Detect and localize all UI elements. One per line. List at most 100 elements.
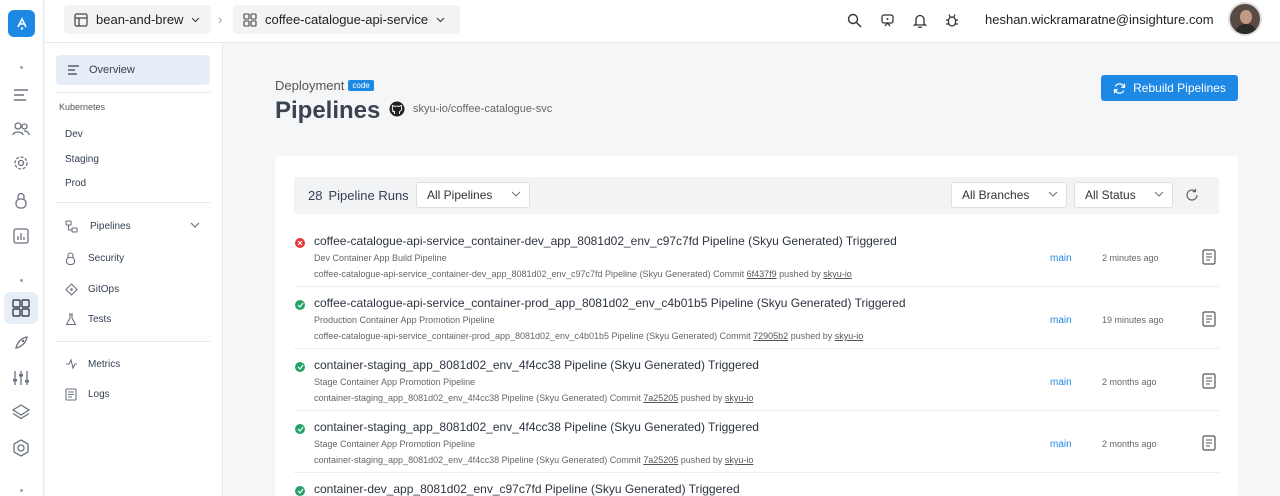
table-row[interactable]: container-dev_app_8081d02_env_c97c7fd Pi… <box>294 473 1219 496</box>
rail-separator-dot <box>20 66 23 69</box>
deployments-grid-icon[interactable] <box>4 292 38 324</box>
org-name: bean-and-brew <box>96 12 184 27</box>
success-status-icon <box>295 424 305 434</box>
success-status-icon <box>295 362 305 372</box>
user-link[interactable]: skyu-io <box>725 393 754 403</box>
chart-icon[interactable] <box>9 224 33 248</box>
service-switcher[interactable]: coffee-catalogue-api-service <box>233 5 460 34</box>
org-switcher[interactable]: bean-and-brew <box>64 5 211 34</box>
failed-status-icon <box>295 238 305 248</box>
repo-link[interactable]: skyu-io/coffee-catalogue-svc <box>389 101 552 117</box>
commit-link[interactable]: 6f437f9 <box>747 269 777 279</box>
chevron-down-icon <box>190 222 200 228</box>
chevron-down-icon <box>511 191 521 197</box>
rebuild-pipelines-button[interactable]: Rebuild Pipelines <box>1101 75 1238 101</box>
rail-separator-dot <box>20 489 23 492</box>
sidebar-item-pipelines[interactable]: Pipelines <box>65 220 201 233</box>
document-icon[interactable] <box>1202 435 1216 451</box>
divider <box>56 202 210 203</box>
commit-link[interactable]: 7a25205 <box>643 393 678 403</box>
sidebar-item-metrics[interactable]: Metrics <box>65 358 120 370</box>
sidebar-item-gitops[interactable]: GitOps <box>65 283 119 296</box>
search-icon[interactable] <box>845 11 863 29</box>
user-link[interactable]: skyu-io <box>725 455 754 465</box>
branch-label[interactable]: main <box>1050 377 1072 388</box>
metrics-icon <box>66 358 77 370</box>
table-row[interactable]: coffee-catalogue-api-service_container-p… <box>294 287 1219 349</box>
sidebar-item-prod[interactable]: Prod <box>65 178 86 189</box>
document-icon[interactable] <box>1202 249 1216 265</box>
select-value: All Branches <box>962 188 1030 202</box>
table-row[interactable]: container-staging_app_8081d02_env_4f4cc3… <box>294 411 1219 473</box>
secondary-sidebar: Overview Kubernetes Dev Staging Prod Pip… <box>45 43 223 496</box>
run-detail: coffee-catalogue-api-service_container-d… <box>314 269 852 279</box>
run-title[interactable]: container-dev_app_8081d02_env_c97c7fd Pi… <box>314 482 740 496</box>
user-email[interactable]: heshan.wickramaratne@insighture.com <box>985 12 1214 27</box>
sidebar-item-label: Tests <box>88 314 112 325</box>
support-icon[interactable] <box>878 11 896 29</box>
sliders-icon[interactable] <box>9 366 33 390</box>
repo-name: skyu-io/coffee-catalogue-svc <box>413 103 553 115</box>
pipeline-icon <box>65 220 78 233</box>
chevron-down-icon <box>436 17 445 22</box>
sidebar-item-dev[interactable]: Dev <box>65 129 83 140</box>
layers-icon[interactable] <box>9 400 33 424</box>
table-row[interactable]: container-staging_app_8081d02_env_4f4cc3… <box>294 349 1219 411</box>
menu-lines-icon[interactable] <box>9 83 33 107</box>
main-content: Deployment code Pipelines skyu-io/coffee… <box>223 43 1280 496</box>
commit-link[interactable]: 72905b2 <box>753 331 788 341</box>
runs-label: Pipeline Runs <box>328 188 409 203</box>
run-title[interactable]: container-staging_app_8081d02_env_4f4cc3… <box>314 420 759 434</box>
runs-count: 28 Pipeline Runs <box>308 188 409 203</box>
app-logo-icon[interactable] <box>8 10 35 37</box>
run-time: 2 minutes ago <box>1102 253 1159 263</box>
branch-label[interactable]: main <box>1050 315 1072 326</box>
run-subtitle: Production Container App Promotion Pipel… <box>314 315 495 325</box>
run-detail: container-staging_app_8081d02_env_4f4cc3… <box>314 455 753 465</box>
run-title[interactable]: container-staging_app_8081d02_env_4f4cc3… <box>314 358 759 372</box>
sidebar-item-label: Metrics <box>88 358 121 370</box>
pipelines-select[interactable]: All Pipelines <box>416 182 530 208</box>
bug-icon[interactable] <box>943 11 961 29</box>
service-name: coffee-catalogue-api-service <box>265 12 429 27</box>
branches-select[interactable]: All Branches <box>951 182 1067 208</box>
gear-icon[interactable] <box>9 151 33 175</box>
run-title[interactable]: coffee-catalogue-api-service_container-p… <box>314 296 906 310</box>
filter-bar: 28 Pipeline Runs All Pipelines All Branch… <box>294 177 1219 214</box>
run-time: 19 minutes ago <box>1102 315 1164 325</box>
refresh-icon[interactable] <box>1185 188 1199 202</box>
kubernetes-heading: Kubernetes <box>59 102 106 112</box>
run-detail-text: container-staging_app_8081d02_env_4f4cc3… <box>314 393 641 403</box>
divider <box>56 341 210 342</box>
run-detail-text: container-staging_app_8081d02_env_4f4cc3… <box>314 455 641 465</box>
run-title[interactable]: coffee-catalogue-api-service_container-d… <box>314 234 897 248</box>
commit-link[interactable]: 7a25205 <box>643 455 678 465</box>
sidebar-item-label: GitOps <box>88 284 120 295</box>
sidebar-item-security[interactable]: Security <box>65 252 124 265</box>
sidebar-item-overview[interactable]: Overview <box>56 55 210 85</box>
rocket-icon[interactable] <box>9 331 33 355</box>
lock-icon[interactable] <box>9 188 33 212</box>
status-select[interactable]: All Status <box>1074 182 1173 208</box>
branch-label[interactable]: main <box>1050 253 1072 264</box>
github-icon <box>389 101 405 117</box>
users-icon[interactable] <box>9 117 33 141</box>
logs-icon <box>65 388 77 401</box>
user-link[interactable]: skyu-io <box>835 331 864 341</box>
sidebar-item-label: Logs <box>88 389 110 400</box>
helm-icon[interactable] <box>9 436 33 460</box>
document-icon[interactable] <box>1202 373 1216 389</box>
avatar[interactable] <box>1228 2 1262 36</box>
runs-number: 28 <box>308 188 323 203</box>
grid-icon <box>243 12 257 27</box>
document-icon[interactable] <box>1202 311 1216 327</box>
user-link[interactable]: skyu-io <box>823 269 852 279</box>
sidebar-item-tests[interactable]: Tests <box>65 313 111 326</box>
flask-icon <box>65 313 77 326</box>
table-row[interactable]: coffee-catalogue-api-service_container-d… <box>294 225 1219 287</box>
bell-icon[interactable] <box>911 11 929 29</box>
branch-label[interactable]: main <box>1050 439 1072 450</box>
sidebar-item-staging[interactable]: Staging <box>65 154 99 165</box>
breadcrumb-separator: › <box>218 12 223 27</box>
sidebar-item-logs[interactable]: Logs <box>65 388 110 401</box>
